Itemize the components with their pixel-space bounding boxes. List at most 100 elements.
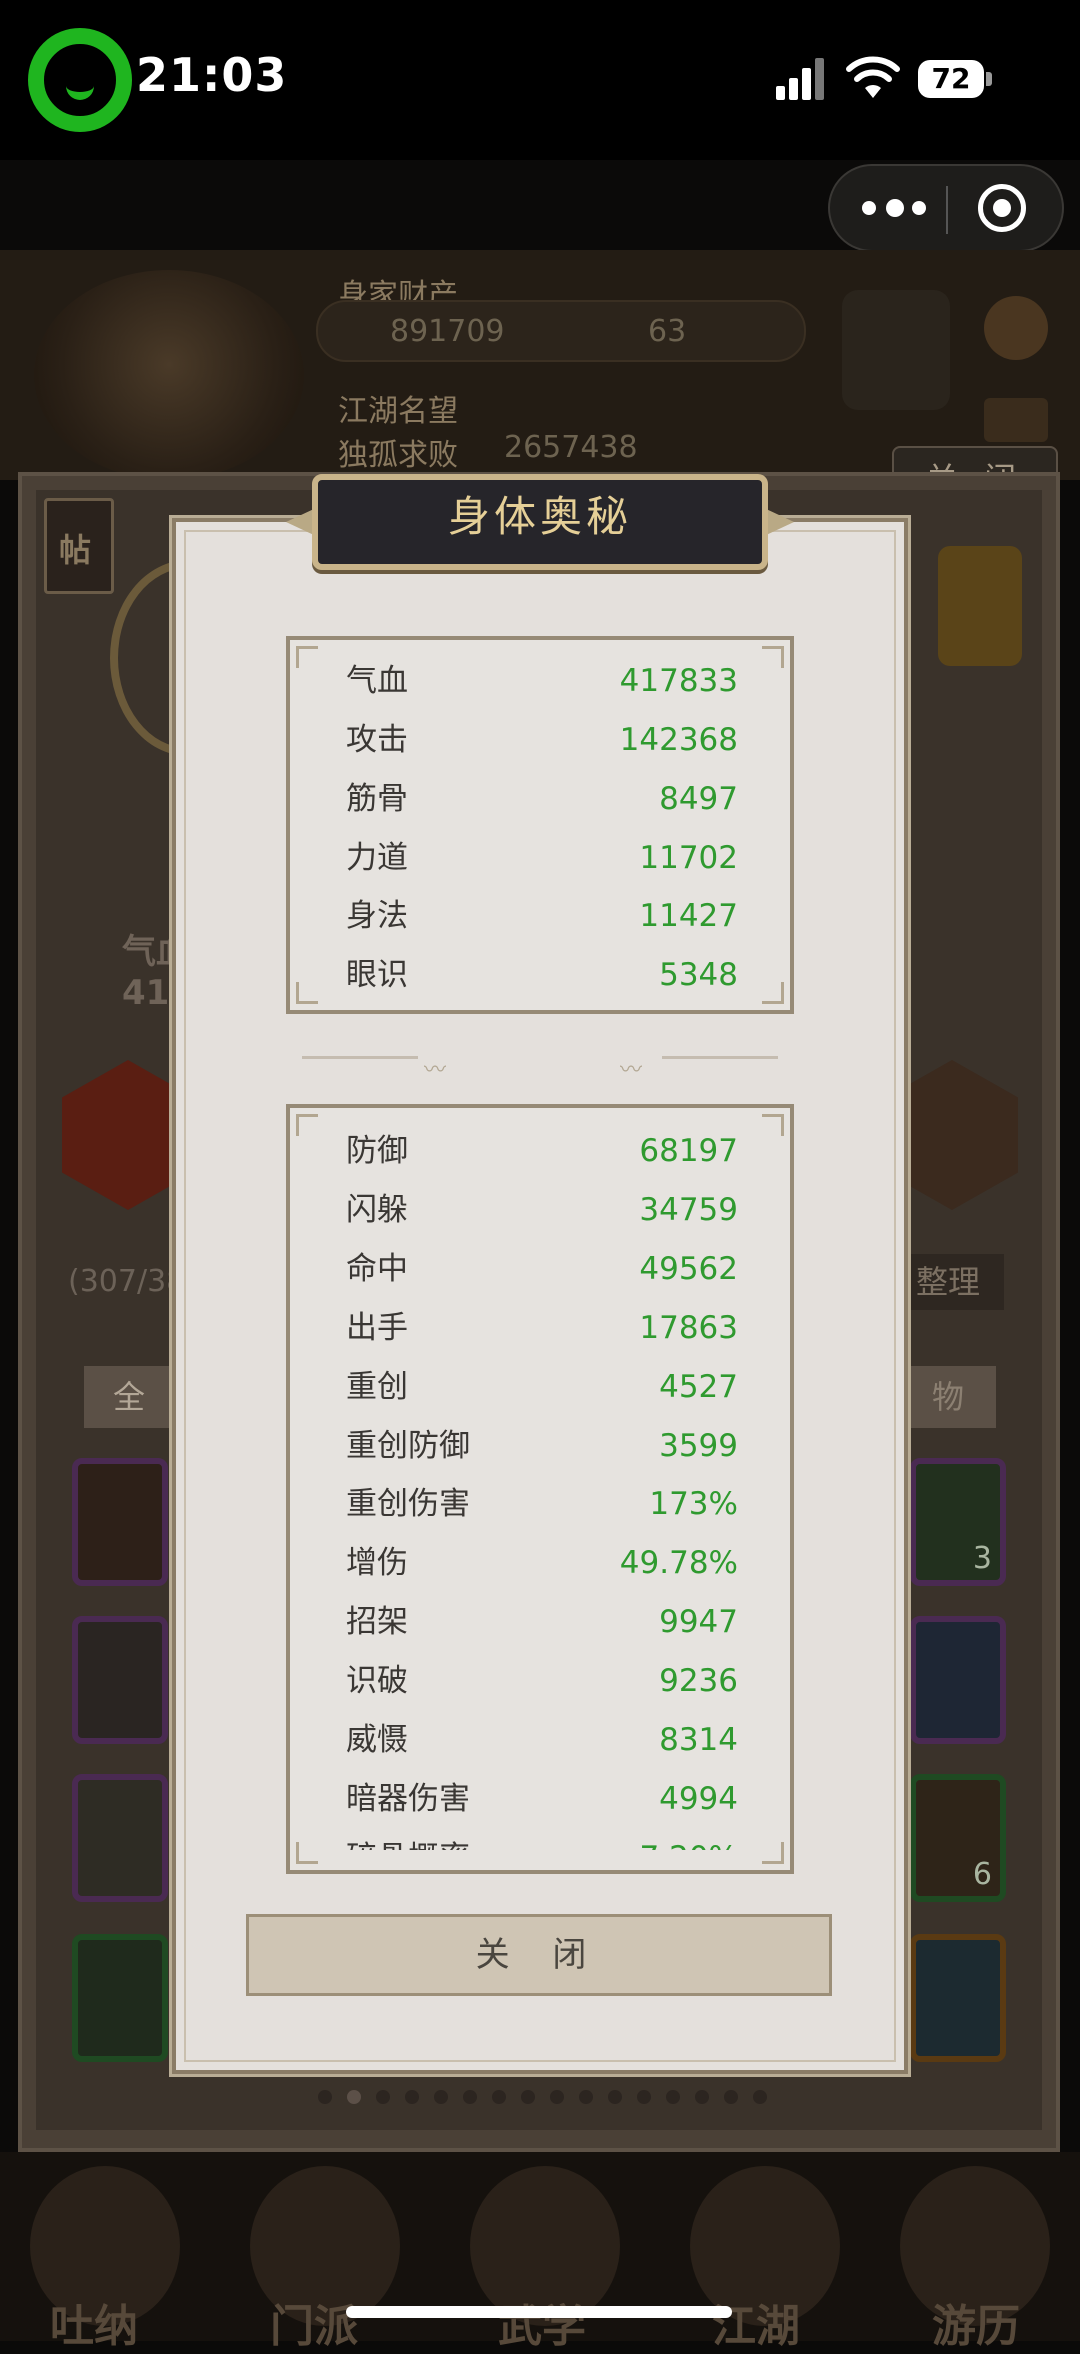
divider-curl-icon: 〰: [620, 1058, 643, 1083]
mail-icon[interactable]: [984, 398, 1048, 442]
divider-line: [302, 1056, 418, 1059]
stat-value: 4527: [659, 1369, 738, 1405]
home-indicator[interactable]: [346, 2306, 732, 2318]
stat-name: 重创: [346, 1369, 408, 1405]
gear-icon[interactable]: [984, 296, 1048, 360]
tab-items[interactable]: 物: [900, 1366, 996, 1428]
stat-value: 142368: [619, 722, 738, 758]
slot-count: 3: [972, 1541, 992, 1576]
stat-row: 筋骨 8497: [346, 770, 738, 828]
corner-ornament: [296, 982, 318, 1004]
stat-row: 碎骨概率 7.20%: [346, 1829, 738, 1850]
stat-name: 出手: [346, 1310, 408, 1346]
dialog-title: 身体奥秘: [447, 492, 632, 541]
corner-ornament: [762, 982, 784, 1004]
stat-row: 命中 49562: [346, 1240, 738, 1298]
stat-row: 暗器伤害 4994: [346, 1770, 738, 1828]
stat-value: 11702: [639, 840, 738, 876]
inventory-slot[interactable]: [910, 1934, 1006, 2062]
inventory-slot[interactable]: [72, 1934, 168, 2062]
stat-row: 识破 9236: [346, 1652, 738, 1710]
status-time: 21:03: [136, 48, 288, 102]
stat-row: 招架 9947: [346, 1593, 738, 1651]
inventory-slot[interactable]: 3: [910, 1458, 1006, 1586]
stats-scroll-area[interactable]: 防御 68197 闪躲 34759 命中 49562 出手 17863 重创 4527 重…: [290, 1108, 790, 1850]
divider-curl-icon: 〰: [424, 1058, 447, 1083]
stat-row: 攻击 142368: [346, 711, 738, 769]
nav-label: 江湖: [712, 2301, 800, 2352]
sort-button[interactable]: 整理: [892, 1254, 1004, 1310]
nav-label: 门派: [270, 2301, 358, 2352]
fame-label: 江湖名望: [338, 394, 458, 429]
stat-row: 闪躲 34759: [346, 1181, 738, 1239]
stat-row: 重创防御 3599: [346, 1417, 738, 1475]
stat-name: 暗器伤害: [346, 1781, 470, 1817]
stat-value: 68197: [639, 1133, 738, 1169]
stat-name: 威慑: [346, 1722, 408, 1758]
post-icon[interactable]: 帖: [44, 498, 114, 594]
stat-value: 8497: [659, 781, 738, 817]
wifi-icon: [846, 56, 900, 98]
battery-indicator: 72: [918, 60, 984, 98]
inventory-slot[interactable]: [72, 1458, 168, 1586]
tab-all[interactable]: 全: [84, 1366, 174, 1428]
stat-name: 识破: [346, 1663, 408, 1699]
stat-value: 9947: [659, 1604, 738, 1640]
app-chat-icon[interactable]: [28, 28, 132, 132]
divider-line: [662, 1056, 778, 1059]
stat-name: 防御: [346, 1133, 408, 1169]
stat-name: 碎骨概率: [346, 1829, 470, 1850]
fame-title: 独孤求败: [338, 438, 458, 473]
stat-row: 威慑 8314: [346, 1711, 738, 1769]
stat-name: 身法: [346, 898, 408, 934]
stat-value: 173%: [649, 1486, 738, 1522]
stat-row: 眼识 5348: [346, 946, 738, 1004]
nav-label: 游历: [932, 2301, 1020, 2352]
stat-value: 9236: [659, 1663, 738, 1699]
stat-name: 增伤: [346, 1545, 408, 1581]
stat-name: 筋骨: [346, 781, 408, 817]
jade-amount: 63: [648, 314, 687, 349]
charm-icon[interactable]: [938, 546, 1022, 666]
stat-row: 重创伤害 173%: [346, 1475, 738, 1533]
stat-name: 气血: [346, 663, 408, 699]
stat-row: 力道 11702: [346, 829, 738, 887]
inventory-slot[interactable]: 6: [910, 1774, 1006, 1902]
stat-row: 增伤 49.78%: [346, 1534, 738, 1592]
bag-count: (307/38: [68, 1264, 186, 1299]
stat-name: 招架: [346, 1604, 408, 1640]
fame-value: 2657438: [504, 430, 638, 465]
stat-name: 重创防御: [346, 1428, 470, 1464]
post-icon-label: 帖: [59, 531, 92, 569]
yinyang-icon[interactable]: [842, 290, 950, 410]
gold-amount: 891709: [390, 314, 505, 349]
stat-name: 攻击: [346, 722, 408, 758]
mini-program-capsule: [828, 164, 1064, 252]
battery-cap-icon: [986, 72, 992, 86]
secondary-stats-box[interactable]: 防御 68197 闪躲 34759 命中 49562 出手 17863 重创 4527 重…: [286, 1104, 794, 1874]
stat-row: 身法 11427: [346, 887, 738, 945]
corner-ornament: [762, 646, 784, 668]
stat-value: 11427: [639, 898, 738, 934]
inventory-slot[interactable]: [72, 1616, 168, 1744]
slot-count: 6: [972, 1857, 992, 1892]
nav-label: 武学: [498, 2301, 586, 2352]
stat-value: 49.78%: [619, 1545, 738, 1581]
stat-row: 气血 417833: [346, 652, 738, 710]
stat-value: 417833: [619, 663, 738, 699]
stat-row: 重创 4527: [346, 1358, 738, 1416]
more-icon[interactable]: [862, 196, 932, 220]
stat-value: 3599: [659, 1428, 738, 1464]
inventory-slot[interactable]: [910, 1616, 1006, 1744]
stat-name: 眼识: [346, 957, 408, 993]
nav-label: 吐纳: [50, 2301, 138, 2352]
page-indicator: [318, 2090, 768, 2106]
inventory-slot[interactable]: [72, 1774, 168, 1902]
stat-value: 17863: [639, 1310, 738, 1346]
stat-name: 命中: [346, 1251, 408, 1287]
exit-target-icon[interactable]: [978, 184, 1026, 232]
avatar[interactable]: [34, 270, 304, 480]
cellular-signal-icon: [776, 56, 828, 100]
close-button[interactable]: 关 闭: [246, 1914, 832, 1996]
stat-name: 闪躲: [346, 1192, 408, 1228]
